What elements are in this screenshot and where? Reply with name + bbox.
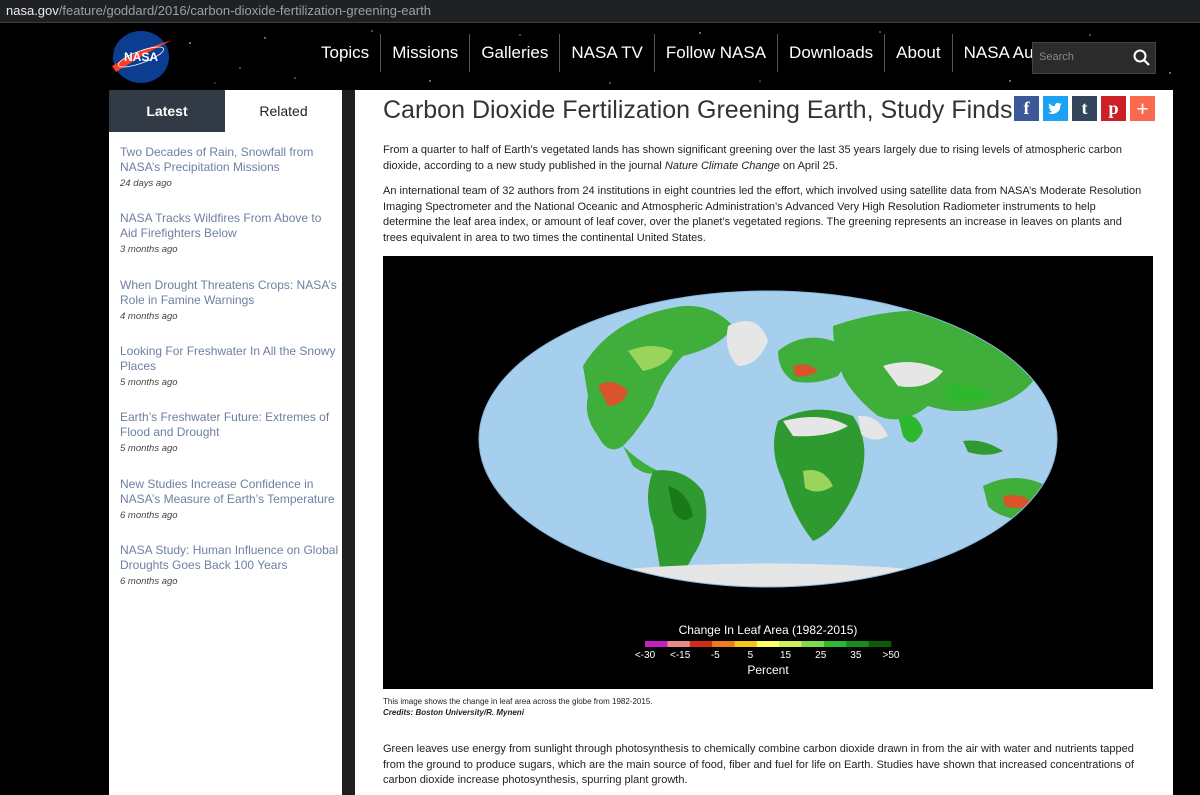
news-date: 24 days ago <box>120 178 172 189</box>
nav-missions[interactable]: Missions <box>380 34 469 72</box>
legend-tick-label: 25 <box>815 650 827 661</box>
list-item: Two Decades of Rain, Snowfall from NASA’… <box>120 145 340 189</box>
nav-topics[interactable]: Topics <box>310 34 380 72</box>
browser-url-bar[interactable]: nasa.gov/feature/goddard/2016/carbon-dio… <box>0 0 1200 23</box>
legend-swatch <box>667 641 691 647</box>
tab-related[interactable]: Related <box>225 90 342 132</box>
news-date: 5 months ago <box>120 443 178 454</box>
paragraph-1: From a quarter to half of Earth’s vegeta… <box>383 144 1123 172</box>
page-title: Carbon Dioxide Fertilization Greening Ea… <box>383 96 1013 124</box>
search-box <box>1032 42 1156 74</box>
main-navigation: Topics Missions Galleries NASA TV Follow… <box>310 34 1103 72</box>
sidebar: Latest Related Two Decades of Rain, Snow… <box>109 90 342 795</box>
addthis-share-button[interactable]: + <box>1130 96 1155 121</box>
search-input[interactable] <box>1033 43 1137 71</box>
search-icon <box>1133 49 1150 66</box>
legend-unit: Percent <box>747 663 789 677</box>
news-title-link[interactable]: Two Decades of Rain, Snowfall from NASA’… <box>120 145 340 175</box>
pinterest-share-button[interactable]: p <box>1101 96 1126 121</box>
legend-swatch <box>823 641 847 647</box>
search-button[interactable] <box>1129 43 1155 73</box>
sidebar-divider <box>342 90 355 795</box>
news-title-link[interactable]: New Studies Increase Confidence in NASA’… <box>120 477 340 507</box>
nav-follow-nasa[interactable]: Follow NASA <box>653 34 777 72</box>
facebook-share-button[interactable]: f <box>1014 96 1039 121</box>
nav-nasa-tv[interactable]: NASA TV <box>559 34 654 72</box>
world-map-image: Change In Leaf Area (1982-2015) <-30 <-15… <box>478 290 1058 677</box>
article: Carbon Dioxide Fertilization Greening Ea… <box>355 90 1173 795</box>
svg-text:NASA: NASA <box>124 50 158 64</box>
list-item: New Studies Increase Confidence in NASA’… <box>120 477 340 521</box>
legend-tick-label: >50 <box>883 650 900 661</box>
news-date: 5 months ago <box>120 377 178 388</box>
legend-swatch <box>689 641 713 647</box>
caption-text: This image shows the change in leaf area… <box>383 697 653 706</box>
legend-tick-label: <-30 <box>635 650 656 661</box>
legend-color-bar <box>645 641 892 647</box>
legend-tick-label: 5 <box>748 650 754 661</box>
tab-latest[interactable]: Latest <box>109 90 225 132</box>
news-title-link[interactable]: Earth’s Freshwater Future: Extremes of F… <box>120 410 340 440</box>
legend-swatch <box>801 641 825 647</box>
figure-caption: This image shows the change in leaf area… <box>383 696 653 718</box>
legend-swatch <box>846 641 869 647</box>
news-date: 6 months ago <box>120 510 178 521</box>
nav-about[interactable]: About <box>884 34 951 72</box>
legend-tick-labels: <-30 <-15 -5 5 15 25 35 >50 <box>635 650 900 661</box>
share-buttons: f t p + <box>1014 96 1155 121</box>
list-item: When Drought Threatens Crops: NASA’s Rol… <box>120 278 340 322</box>
paragraph-2: An international team of 32 authors from… <box>383 185 1142 244</box>
list-item: NASA Tracks Wildfires From Above to Aid … <box>120 211 340 255</box>
news-date: 3 months ago <box>120 244 178 255</box>
legend-swatch <box>779 641 802 647</box>
news-title-link[interactable]: Looking For Freshwater In All the Snowy … <box>120 344 340 374</box>
legend-title: Change In Leaf Area (1982-2015) <box>679 623 858 637</box>
leaf-area-change-map: Change In Leaf Area (1982-2015) <-30 <-15… <box>383 256 1153 689</box>
news-date: 4 months ago <box>120 311 178 322</box>
legend-swatch <box>645 641 668 647</box>
list-item: Looking For Freshwater In All the Snowy … <box>120 344 340 388</box>
paragraph-3: Green leaves use energy from sunlight th… <box>383 743 1134 786</box>
legend-tick-label: 15 <box>780 650 792 661</box>
nasa-logo[interactable]: NASA <box>108 30 174 84</box>
nav-downloads[interactable]: Downloads <box>777 34 884 72</box>
news-date: 6 months ago <box>120 576 178 587</box>
legend-swatch <box>756 641 780 647</box>
caption-credit: Credits: Boston University/R. Myneni <box>383 708 524 717</box>
news-title-link[interactable]: When Drought Threatens Crops: NASA’s Rol… <box>120 278 340 308</box>
list-item: Earth’s Freshwater Future: Extremes of F… <box>120 410 340 454</box>
twitter-icon <box>1048 102 1062 114</box>
sidebar-tabs: Latest Related <box>109 90 342 132</box>
legend-swatch <box>868 641 892 647</box>
legend-tick-label: <-15 <box>670 650 691 661</box>
legend-swatch <box>712 641 735 647</box>
list-item: NASA Study: Human Influence on Global Dr… <box>120 543 340 587</box>
nav-galleries[interactable]: Galleries <box>469 34 559 72</box>
tumblr-share-button[interactable]: t <box>1072 96 1097 121</box>
twitter-share-button[interactable] <box>1043 96 1068 121</box>
legend-tick-label: 35 <box>850 650 862 661</box>
news-title-link[interactable]: NASA Study: Human Influence on Global Dr… <box>120 543 340 573</box>
legend-swatch <box>734 641 758 647</box>
url-text[interactable]: nasa.gov/feature/goddard/2016/carbon-dio… <box>6 3 431 18</box>
news-title-link[interactable]: NASA Tracks Wildfires From Above to Aid … <box>120 211 340 241</box>
legend-tick-label: -5 <box>711 650 720 661</box>
